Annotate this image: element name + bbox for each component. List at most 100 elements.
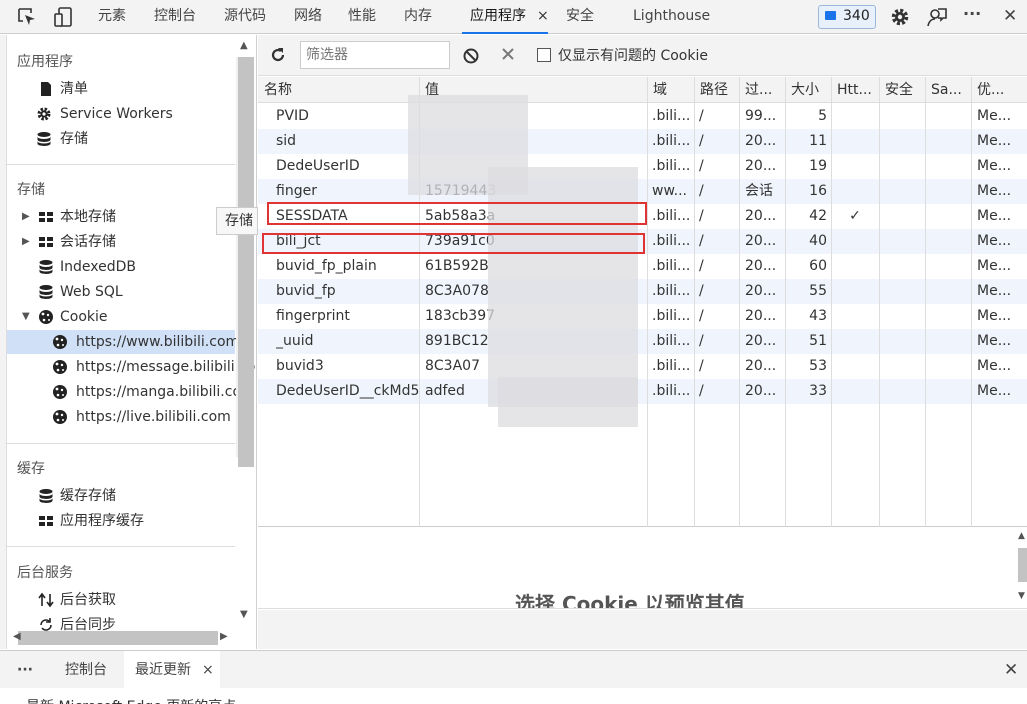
cell-priority: Me... [977,383,1012,399]
scroll-left-arrow-icon[interactable]: ◀ [13,631,21,642]
sidebar-item-label: https://message.bilibili.com [76,359,257,375]
expand-caret-icon[interactable]: ▶ [22,230,30,254]
sidebar-item-app-cache[interactable]: 应用程序缓存 [36,509,144,533]
cell-name: finger [276,183,317,199]
close-drawer-icon[interactable]: ✕ [1004,651,1018,689]
cell-secure [879,154,925,179]
column-header-secure[interactable]: 安全 [879,77,925,103]
clear-all-icon[interactable] [462,47,480,65]
preview-scrollbar[interactable] [1018,548,1027,582]
collapse-caret-icon[interactable]: ▼ [22,305,30,329]
tab-application[interactable]: 应用程序 [462,0,548,34]
only-issues-checkbox[interactable] [537,48,551,62]
whats-new-heading: 最新 Microsoft Edge 更新的亮点 [26,696,236,704]
sidebar-item-manifest[interactable]: 清单 [36,77,88,101]
table-row[interactable]: buvid_fp_plain 61B592B .bili.../20... 60 Me.… [258,254,1027,279]
column-header-expires[interactable]: 过... [739,77,785,103]
section-cache: 缓存 [17,461,45,477]
tab-sources[interactable]: 源代码 [224,0,266,34]
inspect-element-icon[interactable] [16,6,38,28]
filter-input[interactable] [300,41,450,69]
cookie-site-live-bilibili[interactable]: https://live.bilibili.com [52,405,231,429]
cell-expires: 20... [745,258,777,274]
sidebar-vertical-scrollbar[interactable] [236,57,254,467]
table-row[interactable]: fingerprint 183cb397 .bili.../20... 43 Me... [258,304,1027,329]
tab-network[interactable]: 网络 [294,0,322,34]
table-grid-icon [39,212,53,222]
tab-performance[interactable]: 性能 [348,0,376,34]
column-header-priority[interactable]: 优... [971,77,1027,103]
device-toolbar-icon[interactable] [53,6,75,28]
tab-console[interactable]: 控制台 [154,0,196,34]
cell-name: DedeUserID [276,158,360,174]
column-header-domain[interactable]: 域 [647,77,694,103]
scroll-up-arrow-icon[interactable]: ▲ [240,40,248,51]
tab-elements[interactable]: 元素 [98,0,126,34]
preview-scroll-up-icon[interactable]: ▲ [1018,531,1025,541]
table-row[interactable]: PVID .bili... / 99... 5 Me... [258,104,1027,129]
tab-lighthouse[interactable]: Lighthouse [633,0,710,34]
expand-caret-icon[interactable]: ▶ [22,205,30,229]
cookie-site-www-bilibili[interactable]: https://www.bilibili.com [7,330,239,354]
table-row[interactable]: DedeUserID .bili... / 20... 19 Me... [258,154,1027,179]
issues-badge[interactable]: 340 [818,5,876,29]
sidebar-item-label: 存储 [60,131,88,147]
column-header-name[interactable]: 名称 [258,77,419,103]
sidebar-item-storage-overview[interactable]: 存储 [36,127,88,151]
tab-memory[interactable]: 内存 [404,0,432,34]
table-row[interactable]: buvid_fp 8C3A078 .bili.../20... 55 Me... [258,279,1027,304]
feedback-icon[interactable] [926,6,948,28]
drawer-tab-close-icon[interactable]: × [202,651,214,689]
scroll-right-arrow-icon[interactable]: ▶ [220,631,228,642]
tab-application-close-icon[interactable]: × [537,0,549,34]
table-row[interactable]: _uuid 891BC12 .bili.../20... 51 Me... [258,329,1027,354]
column-header-size[interactable]: 大小 [785,77,831,103]
cell-path: / [699,208,704,224]
column-header-samesite[interactable]: Sa... [925,77,971,103]
column-header-path[interactable]: 路径 [694,77,739,103]
scroll-down-arrow-icon[interactable]: ▼ [240,609,248,620]
cell-priority: Me... [977,358,1012,374]
drawer-tab-whats-new[interactable]: 最近更新 × [124,651,220,689]
cookie-icon [53,385,67,399]
highlight-box-sessdata [267,202,647,225]
drawer-tab-console[interactable]: 控制台 [65,651,107,689]
sidebar-item-session-storage[interactable]: ▶ 会话存储 [22,230,116,254]
column-header-httponly[interactable]: Htt... [831,77,879,103]
cell-priority: Me... [977,183,1012,199]
cookie-filter-bar: 仅显示有问题的 Cookie [258,35,1027,76]
table-row[interactable]: sid .bili... / 20... 11 Me... [258,129,1027,154]
cookie-icon [53,410,67,424]
sidebar-item-indexeddb[interactable]: IndexedDB [36,255,136,279]
cookie-site-manga-bilibili[interactable]: https://manga.bilibili.com [52,380,255,404]
sidebar-item-service-workers[interactable]: Service Workers [36,102,173,126]
sidebar-item-local-storage[interactable]: ▶ 本地存储 [22,205,116,229]
more-options-icon[interactable]: ··· [963,0,981,31]
table-row[interactable]: DedeUserID__ckMd5 adfed .bili.../20... 33 Me… [258,379,1027,404]
table-row[interactable]: finger15719443ww.../会话16Me... [258,179,1027,204]
table-row[interactable]: buvid3 8C3A07 .bili.../20... 53 Me... [258,354,1027,379]
delete-selected-icon[interactable] [501,47,515,61]
cookie-icon [53,360,67,374]
sidebar-item-cache-storage[interactable]: 缓存存储 [36,484,116,508]
settings-gear-icon[interactable] [889,6,911,28]
preview-scroll-down-icon[interactable]: ▼ [1018,591,1025,601]
sidebar-item-websql[interactable]: Web SQL [36,280,123,304]
refresh-icon[interactable] [269,46,287,64]
tab-security[interactable]: 安全 [566,0,594,34]
cell-domain: .bili... [652,308,691,324]
cell-secure [879,129,925,154]
cell-samesite [925,229,971,254]
sidebar-horizontal-scrollbar[interactable] [18,631,218,645]
cell-secure [879,179,925,204]
drawer-more-tabs-icon[interactable]: ··· [17,651,33,689]
column-divider [739,77,740,527]
sidebar-item-cookie[interactable]: ▼ Cookie [22,305,108,329]
close-devtools-icon[interactable]: ✕ [1003,0,1017,34]
sidebar-item-background-fetch[interactable]: 后台获取 [36,588,116,612]
cell-secure [879,329,925,354]
scrollbar-thumb[interactable] [238,57,254,467]
cell-size: 55 [809,283,827,299]
sidebar-item-label: 缓存存储 [60,488,116,504]
cookie-site-message-bilibili[interactable]: https://message.bilibili.com [52,355,257,379]
